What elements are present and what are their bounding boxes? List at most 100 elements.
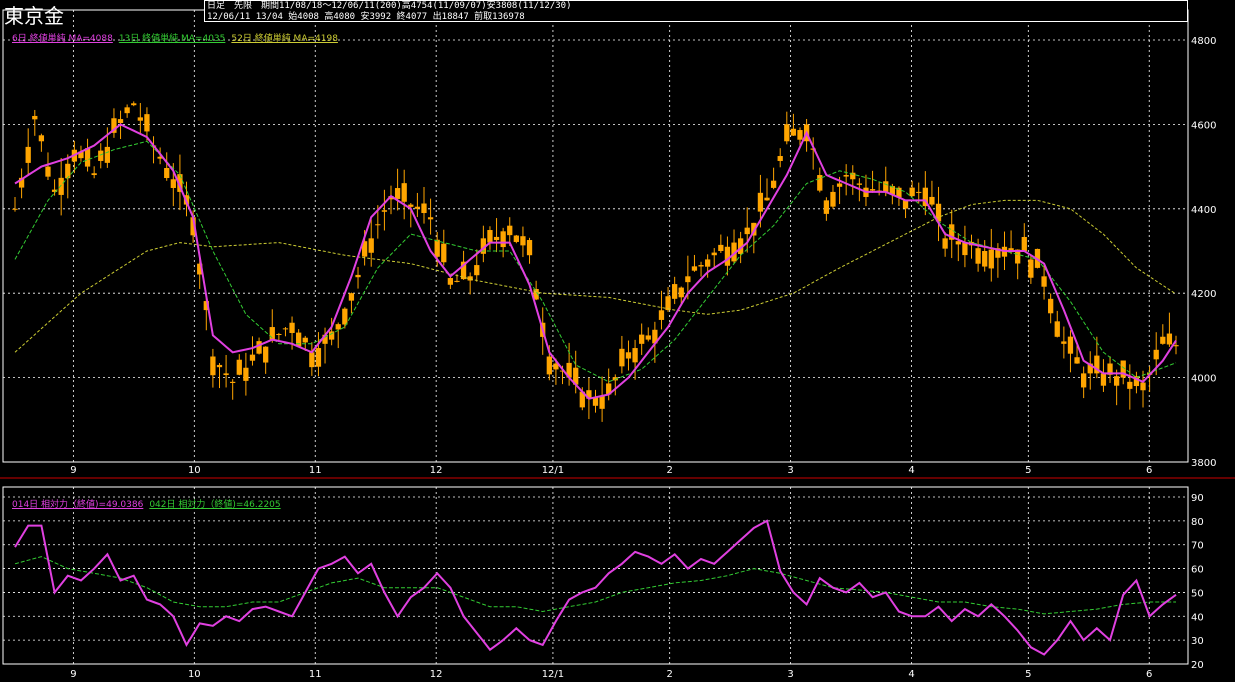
candle-body (276, 333, 282, 335)
price-x-tick: 3 (787, 465, 793, 476)
candle-body (302, 337, 308, 343)
axes: 9 9 10 10 11 11 12 12 12/1 12/1 2 2 3 3 4 4 5 5 6 6 4800 4600… (0, 9, 1235, 680)
rsi-x-tick: 2 (667, 669, 673, 680)
candle-body (441, 243, 447, 263)
candle-body (691, 266, 698, 271)
candle-body (104, 146, 110, 163)
candle-body (210, 356, 216, 376)
candle-body (1100, 373, 1107, 386)
rsi-x-tick: 10 (188, 669, 201, 680)
candle-body (955, 241, 961, 245)
candle-body (256, 341, 262, 354)
price-x-tick: 10 (188, 465, 201, 476)
candle-body (487, 230, 493, 243)
candle-body (724, 246, 731, 266)
rsi-y-tick: 20 (1191, 660, 1204, 671)
candle-body (65, 163, 71, 179)
candle-body (619, 348, 625, 367)
candle-body (223, 373, 229, 376)
info-line-period: 日足 先限 期間11/08/18～12/06/11(200)高4754(11/0… (207, 1, 572, 11)
candle-body (777, 156, 783, 161)
rsi-x-tick: 6 (1146, 669, 1152, 680)
candle-body (790, 128, 797, 136)
candle-body (962, 242, 968, 256)
candle-body (645, 335, 651, 340)
candles (12, 101, 1179, 422)
rsi42-line (14, 556, 1176, 615)
candle-body (434, 239, 440, 257)
candle-body (289, 322, 295, 333)
candle-body (1127, 381, 1133, 389)
candle-body (856, 183, 863, 185)
candle-body (263, 346, 269, 363)
candle-body (942, 238, 948, 249)
candle-body (117, 119, 124, 123)
rsi-panel-border (2, 486, 1189, 665)
price-x-tick: 11 (309, 465, 322, 476)
rsi-x-tick: 12 (430, 669, 443, 680)
candle-body (869, 189, 876, 191)
price-y-tick: 4800 (1191, 36, 1216, 47)
candle-body (1028, 259, 1034, 278)
candle-body (975, 248, 981, 264)
price-x-tick: 6 (1146, 465, 1152, 476)
candle-body (454, 280, 460, 282)
rsi-legend: 014日 相対力（終値)=49.0386 042日 相対力（終値)=46.2205 (12, 492, 287, 511)
candle-body (84, 148, 91, 167)
price-x-tick: 5 (1025, 465, 1031, 476)
candle-body (705, 259, 711, 267)
candle-body (625, 352, 632, 359)
rsi-x-tick: 12/1 (542, 669, 564, 680)
candle-body (216, 364, 223, 368)
candle-body (1081, 373, 1087, 388)
candle-body (1140, 382, 1146, 391)
candle-body (355, 274, 361, 278)
legend-price-entry: 13日 終値単純 MA=4035 (118, 34, 226, 44)
rsi-x-tick: 9 (70, 669, 76, 680)
candle-body (368, 238, 374, 253)
candle-body (427, 217, 434, 220)
candle-body (32, 115, 38, 120)
price-y-tick: 3800 (1191, 458, 1216, 469)
candle-body (131, 103, 137, 106)
candle-body (744, 227, 750, 235)
ma13-line (14, 140, 1177, 383)
rsi-y-tick: 80 (1191, 517, 1204, 528)
candle-body (988, 249, 994, 269)
candle-body (282, 328, 289, 330)
candle-body (1048, 298, 1054, 314)
rsi-x-tick: 5 (1025, 669, 1031, 680)
candle-body (249, 354, 256, 361)
candle-body (381, 210, 388, 212)
candle-body (91, 173, 97, 176)
candle-body (1166, 333, 1173, 345)
candle-body (421, 203, 427, 214)
price-x-tick: 9 (70, 465, 76, 476)
legend-rsi-entry: 014日 相対力（終値)=49.0386 (12, 500, 144, 510)
rsi-y-tick: 50 (1191, 588, 1204, 599)
candle-body (526, 240, 533, 256)
candle-body (902, 200, 909, 209)
candle-body (335, 324, 341, 330)
candle-body (375, 224, 381, 226)
candle-body (474, 265, 480, 276)
rsi-y-tick: 70 (1191, 541, 1204, 552)
rsi-x-tick: 4 (908, 669, 914, 680)
candle-body (12, 208, 18, 210)
candle-body (711, 252, 717, 256)
candle-body (685, 276, 691, 283)
candle-body (236, 359, 242, 375)
candle-body (328, 331, 335, 340)
candle-body (836, 183, 843, 187)
price-y-tick: 4400 (1191, 205, 1216, 216)
rsi14-line (14, 519, 1177, 656)
candle-body (883, 181, 889, 192)
candle-body (58, 177, 64, 195)
candle-body (678, 287, 684, 298)
candle-body (757, 192, 764, 212)
candle-body (909, 187, 915, 197)
candle-body (164, 168, 170, 179)
candle-body (500, 231, 506, 248)
candle-body (315, 348, 322, 367)
instrument-title: 東京金 (4, 4, 64, 28)
